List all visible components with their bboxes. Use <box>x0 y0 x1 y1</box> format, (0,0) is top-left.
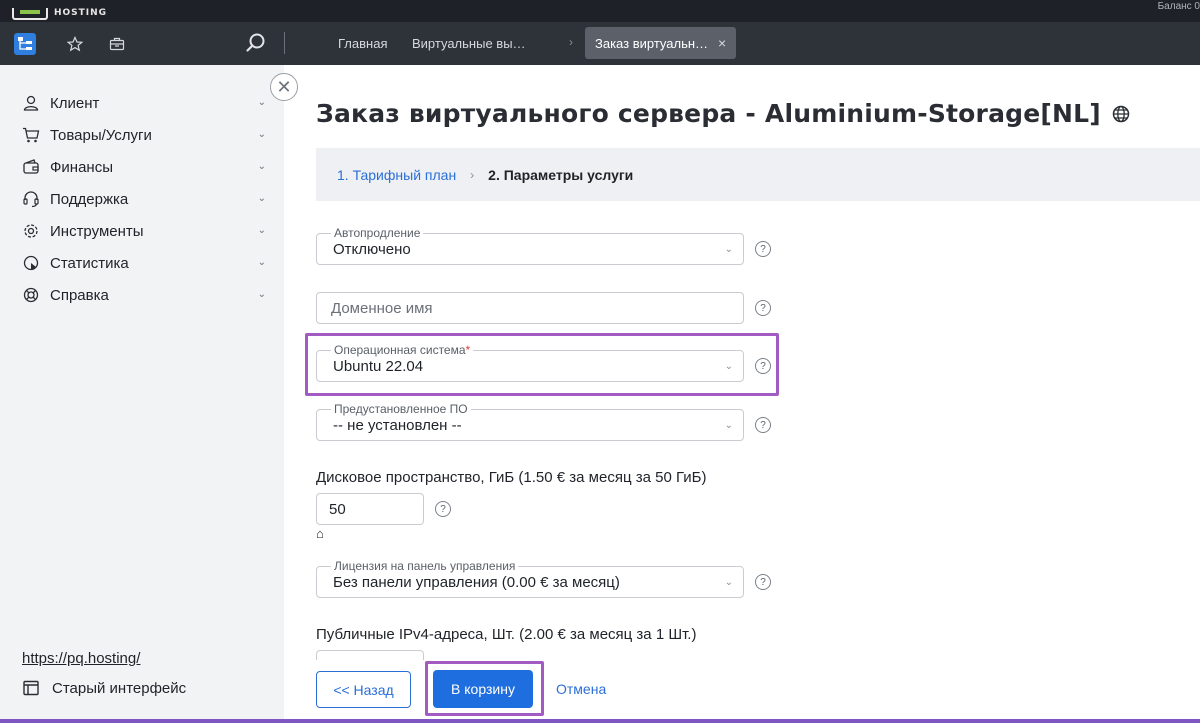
field-value: Ubuntu 22.04 <box>333 358 424 375</box>
required-mark: * <box>465 343 471 357</box>
breadcrumb-chevron-icon: › <box>569 35 573 49</box>
help-icon[interactable]: ? <box>435 501 451 517</box>
chevron-down-icon: ⌄ <box>257 193 266 204</box>
bottom-border <box>0 719 1200 723</box>
cart-icon <box>22 126 40 144</box>
search-icon[interactable] <box>244 31 268 55</box>
tab-home[interactable]: Главная <box>338 27 387 59</box>
collapse-sidebar-close-icon[interactable]: ✕ <box>270 73 298 101</box>
field-label: Предустановленное ПО <box>331 402 471 416</box>
gear-icon <box>22 222 40 240</box>
sidebar-item-tools[interactable]: Инструменты ⌄ <box>22 218 272 244</box>
pie-chart-icon <box>22 254 40 272</box>
sidebar-item-statistics[interactable]: Статистика ⌄ <box>22 250 272 276</box>
star-icon[interactable] <box>64 33 86 55</box>
disk-size-input[interactable]: 50 <box>316 493 424 525</box>
sidebar-item-products[interactable]: Товары/Услуги ⌄ <box>22 122 272 148</box>
tab-bar: Главная Виртуальные вы… › Заказ виртуаль… <box>0 22 1200 65</box>
sidebar: Клиент ⌄ Товары/Услуги ⌄ Финансы ⌄ Подде… <box>0 65 284 723</box>
help-icon[interactable]: ? <box>755 574 771 590</box>
wizard-steps: 1. Тарифный план › 2. Параметры услуги <box>316 148 1200 201</box>
field-placeholder: Доменное имя <box>331 300 433 317</box>
old-interface-link[interactable]: Старый интерфейс <box>22 679 186 697</box>
lifebuoy-icon <box>22 286 40 304</box>
wallet-icon <box>22 158 40 176</box>
autorenew-select[interactable]: Автопродление Отключено ⌄ <box>316 226 744 265</box>
os-select[interactable]: Операционная система* Ubuntu 22.04 ⌄ <box>316 343 744 382</box>
disk-label: Дисковое пространство, ГиБ (1.50 € за ме… <box>316 469 707 486</box>
user-icon <box>22 94 40 112</box>
help-icon[interactable]: ? <box>755 300 771 316</box>
chevron-down-icon: ⌄ <box>257 225 266 236</box>
top-bar: HOSTING Баланс 0 <box>0 0 1200 22</box>
step-chevron-icon: › <box>470 167 475 182</box>
logo-text: HOSTING <box>54 8 108 18</box>
back-button[interactable]: << Назад <box>316 671 411 708</box>
panel-license-select[interactable]: Лицензия на панель управления Без панели… <box>316 559 744 598</box>
logo-icon <box>12 8 48 20</box>
close-icon[interactable]: × <box>718 35 726 51</box>
ipv4-label: Публичные IPv4-адреса, Шт. (2.00 € за ме… <box>316 626 697 643</box>
chevron-down-icon: ⌄ <box>257 129 266 140</box>
field-value: Без панели управления (0.00 € за месяц) <box>333 574 620 591</box>
tab-label: Заказ виртуальн… <box>595 35 709 51</box>
sidebar-item-label: Товары/Услуги <box>50 126 152 144</box>
sidebar-item-label: Справка <box>50 286 109 304</box>
help-icon[interactable]: ? <box>755 358 771 374</box>
sidebar-item-label: Статистика <box>50 254 129 272</box>
chevron-down-icon: ⌄ <box>257 97 266 108</box>
add-to-cart-button[interactable]: В корзину <box>433 670 533 708</box>
help-icon[interactable]: ? <box>755 417 771 433</box>
chevron-down-icon: ⌄ <box>257 289 266 300</box>
field-label: Лицензия на панель управления <box>331 559 519 573</box>
sidebar-item-client[interactable]: Клиент ⌄ <box>22 90 272 116</box>
balance-text[interactable]: Баланс 0 <box>1158 1 1200 12</box>
help-icon[interactable]: ? <box>755 241 771 257</box>
sidebar-item-finance[interactable]: Финансы ⌄ <box>22 154 272 180</box>
field-value: Отключено <box>333 241 411 258</box>
logo[interactable]: HOSTING <box>12 0 107 20</box>
field-label: Автопродление <box>331 226 424 240</box>
chevron-down-icon: ⌄ <box>724 577 733 588</box>
headset-icon <box>22 190 40 208</box>
page-title-text: Заказ виртуального сервера - Aluminium-S… <box>316 99 1101 128</box>
preinstalled-software-select[interactable]: Предустановленное ПО -- не установлен --… <box>316 402 744 441</box>
page-title: Заказ виртуального сервера - Aluminium-S… <box>316 99 1131 128</box>
chevron-down-icon: ⌄ <box>257 161 266 172</box>
sidebar-item-label: Финансы <box>50 158 113 176</box>
sidebar-item-help[interactable]: Справка ⌄ <box>22 282 272 308</box>
step-service-params: 2. Параметры услуги <box>488 166 634 183</box>
site-link[interactable]: https://pq.hosting/ <box>22 650 140 667</box>
ipv4-count-input[interactable] <box>316 650 424 660</box>
tab-order-virtual-server[interactable]: Заказ виртуальн… × <box>585 27 737 59</box>
slider-handle[interactable]: ⌂ <box>316 526 324 541</box>
cancel-button[interactable]: Отмена <box>556 681 606 697</box>
chevron-down-icon: ⌄ <box>724 361 733 372</box>
nav-divider <box>284 32 285 54</box>
briefcase-icon[interactable] <box>106 33 128 55</box>
domain-name-input[interactable]: Доменное имя <box>316 292 744 324</box>
sidebar-item-label: Инструменты <box>50 222 144 240</box>
old-interface-label: Старый интерфейс <box>52 679 187 697</box>
sidebar-item-support[interactable]: Поддержка ⌄ <box>22 186 272 212</box>
chevron-down-icon: ⌄ <box>724 420 733 431</box>
os-label-text: Операционная система <box>334 343 466 357</box>
sidebar-item-label: Клиент <box>50 94 100 112</box>
globe-icon <box>1112 105 1130 122</box>
sidebar-item-label: Поддержка <box>50 190 129 208</box>
chevron-down-icon: ⌄ <box>724 244 733 255</box>
tree-menu-icon[interactable] <box>14 33 36 55</box>
field-value: -- не установлен -- <box>333 417 462 434</box>
step-tariff-plan[interactable]: 1. Тарифный план <box>337 167 456 183</box>
field-label: Операционная система* <box>331 343 474 357</box>
window-icon <box>22 679 40 697</box>
chevron-down-icon: ⌄ <box>257 257 266 268</box>
tab-virtual-servers[interactable]: Виртуальные вы… <box>412 27 526 59</box>
